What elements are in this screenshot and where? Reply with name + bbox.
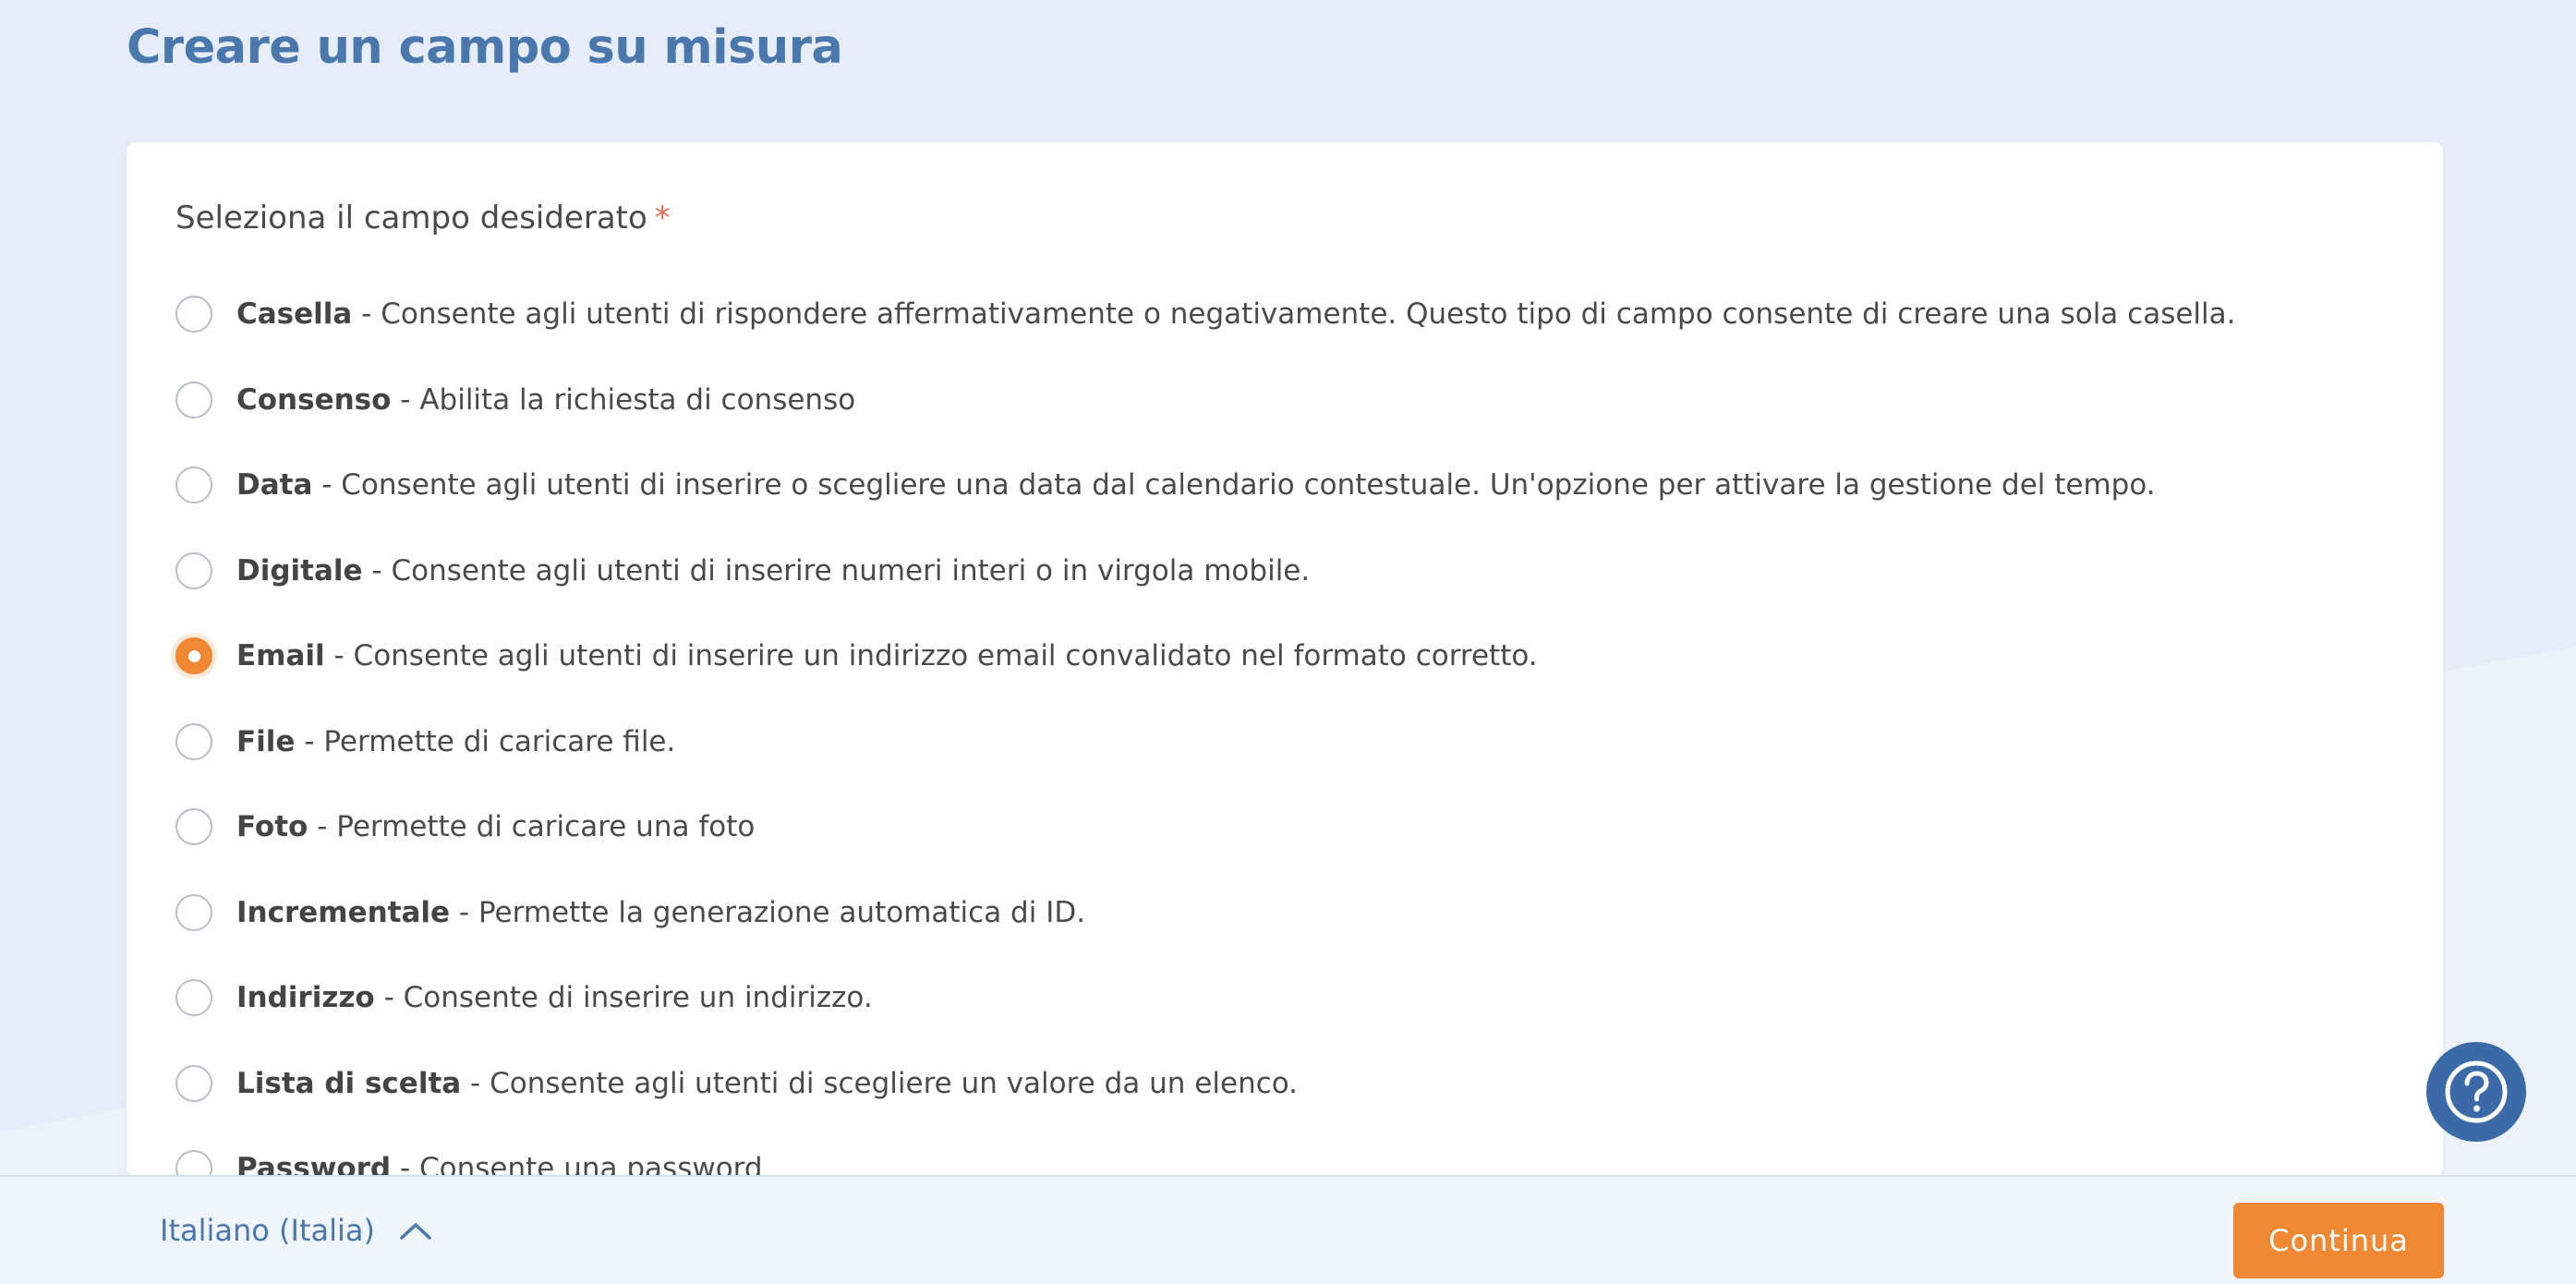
radio-button[interactable] [175, 637, 212, 674]
option-description: - Consente agli utenti di inserire o sce… [312, 468, 2156, 502]
help-button[interactable] [2426, 1042, 2526, 1142]
option-lista-di-scelta[interactable]: Lista di scelta - Consente agli utenti d… [175, 1064, 2236, 1151]
option-name: Lista di scelta [236, 1066, 462, 1100]
radio-button[interactable] [175, 1064, 212, 1102]
option-email[interactable]: Email - Consente agli utenti di inserire… [175, 637, 2236, 723]
option-name: Digitale [236, 553, 363, 587]
option-text: Casella - Consente agli utenti di rispon… [236, 296, 2236, 333]
option-password[interactable]: Password - Consente una password [175, 1150, 2236, 1177]
field-label-text: Seleziona il campo desiderato [175, 200, 647, 236]
option-data[interactable]: Data - Consente agli utenti di inserire … [175, 466, 2236, 552]
option-name: File [236, 724, 296, 758]
field-type-options: Casella - Consente agli utenti di rispon… [175, 296, 2236, 1177]
option-name: Indirizzo [236, 981, 375, 1014]
option-description: - Abilita la richiesta di consenso [391, 382, 856, 417]
option-text: Digitale - Consente agli utenti di inser… [236, 552, 1310, 589]
chevron-up-icon [399, 1220, 432, 1241]
option-file[interactable]: File - Permette di caricare file. [175, 722, 2236, 809]
option-description: - Consente agli utenti di rispondere aff… [352, 297, 2236, 331]
option-indirizzo[interactable]: Indirizzo - Consente di inserire un indi… [175, 979, 2236, 1065]
option-casella[interactable]: Casella - Consente agli utenti di rispon… [175, 296, 2236, 382]
option-text: Email - Consente agli utenti di inserire… [236, 637, 1538, 674]
option-description: - Consente agli utenti di inserire un in… [324, 639, 1538, 672]
option-digitale[interactable]: Digitale - Consente agli utenti di inser… [175, 551, 2236, 638]
option-description: - Consente di inserire un indirizzo. [374, 981, 873, 1014]
option-name: Email [236, 639, 325, 672]
option-name: Data [236, 468, 313, 502]
option-name: Casella [236, 297, 353, 331]
option-text: Consenso - Abilita la richiesta di conse… [236, 382, 855, 418]
option-text: Lista di scelta - Consente agli utenti d… [236, 1065, 1298, 1102]
option-description: - Permette di caricare una foto [308, 810, 756, 843]
option-description: - Permette la generazione automatica di … [450, 895, 1086, 929]
option-text: Indirizzo - Consente di inserire un indi… [236, 979, 873, 1016]
option-name: Incrementale [236, 895, 451, 929]
field-label: Seleziona il campo desiderato * [175, 200, 671, 236]
continue-button[interactable]: Continua [2233, 1203, 2444, 1278]
page-title: Creare un campo su misura [127, 20, 843, 75]
option-consenso[interactable]: Consenso - Abilita la richiesta di conse… [175, 381, 2236, 467]
option-description: - Consente una password [391, 1152, 763, 1177]
option-name: Password [236, 1152, 392, 1177]
radio-button[interactable] [175, 296, 212, 333]
form-card: Seleziona il campo desiderato * Casella -… [127, 142, 2443, 1177]
option-description: - Consente agli utenti di inserire numer… [362, 553, 1311, 587]
question-circle-icon [2445, 1060, 2508, 1123]
option-description: - Consente agli utenti di scegliere un v… [461, 1066, 1299, 1100]
radio-button[interactable] [175, 979, 212, 1016]
footer-bar: Italiano (Italia) Continua [0, 1175, 2576, 1284]
language-label: Italiano (Italia) [160, 1213, 375, 1248]
option-text: Incrementale - Permette la generazione a… [236, 894, 1085, 931]
radio-button[interactable] [175, 551, 212, 589]
language-selector[interactable]: Italiano (Italia) [160, 1177, 432, 1284]
radio-button[interactable] [175, 893, 212, 931]
option-text: Foto - Permette di caricare una foto [236, 808, 755, 845]
option-text: Data - Consente agli utenti di inserire … [236, 466, 2156, 503]
radio-button[interactable] [175, 1150, 212, 1177]
option-incrementale[interactable]: Incrementale - Permette la generazione a… [175, 893, 2236, 980]
option-foto[interactable]: Foto - Permette di caricare una foto [175, 808, 2236, 894]
radio-button[interactable] [175, 808, 212, 845]
option-text: Password - Consente una password [236, 1150, 763, 1177]
radio-button[interactable] [175, 466, 212, 503]
radio-button[interactable] [175, 722, 212, 760]
option-name: Consenso [236, 382, 392, 417]
option-text: File - Permette di caricare file. [236, 723, 675, 760]
option-name: Foto [236, 810, 308, 843]
radio-button[interactable] [175, 381, 212, 418]
option-description: - Permette di caricare file. [295, 724, 676, 758]
required-marker: * [654, 200, 671, 236]
